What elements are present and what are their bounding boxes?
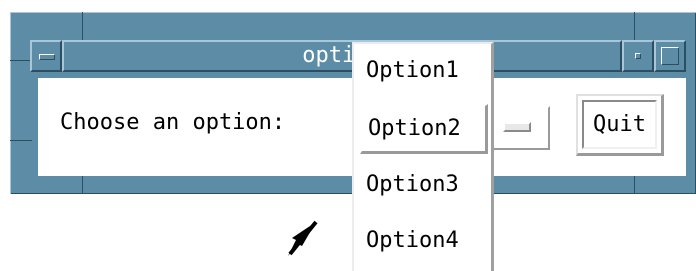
- maximize-icon: [661, 47, 679, 65]
- resize-corner-divider: [634, 12, 635, 40]
- menu-item-option1[interactable]: Option1: [354, 48, 491, 98]
- quit-button-label: Quit: [582, 100, 657, 149]
- pointer-arrow-icon: [288, 220, 318, 256]
- option-popup-menu[interactable]: Option1 Option2 Option3 Option4: [352, 42, 494, 271]
- menu-item-option3[interactable]: Option3: [354, 162, 491, 212]
- minimize-button[interactable]: [622, 40, 654, 72]
- resize-corner-divider: [82, 12, 83, 40]
- minimize-icon: [635, 53, 641, 59]
- window-menu-button[interactable]: [30, 40, 62, 72]
- maximize-button[interactable]: [654, 40, 686, 72]
- menu-item-option4[interactable]: Option4: [354, 218, 491, 268]
- window-title[interactable]: option: [62, 40, 622, 72]
- resize-edge-divider: [10, 140, 32, 141]
- menu-item-option2[interactable]: Option2: [360, 104, 488, 154]
- window-menu-icon: [39, 54, 55, 60]
- prompt-label: Choose an option:: [60, 110, 286, 135]
- quit-button[interactable]: Quit: [576, 94, 664, 156]
- resize-edge-divider: [10, 60, 32, 61]
- option-menu-indicator-icon: [503, 122, 531, 132]
